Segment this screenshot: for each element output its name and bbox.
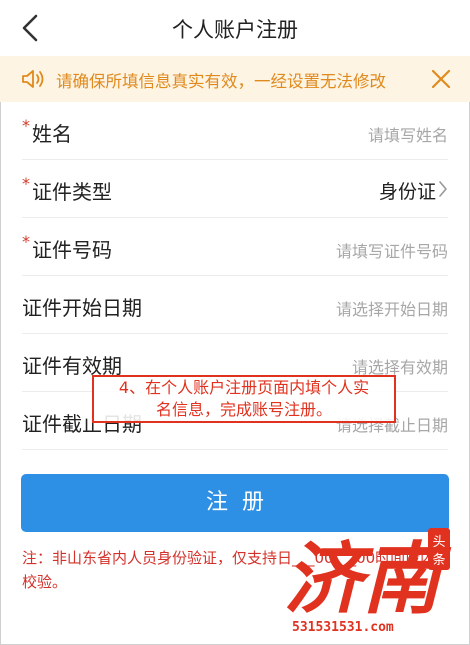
id-type-label-text: 证件类型 — [32, 180, 112, 204]
page-title: 个人账户注册 — [172, 18, 298, 42]
jinan-toutiao-watermark-logo: 济南 头 条 — [284, 528, 452, 624]
name-label-text: 姓名 — [32, 122, 72, 146]
id-number-input[interactable]: 请填写证件号码 — [336, 238, 448, 262]
divider — [22, 449, 448, 450]
instruction-annotation: 4、在个人账户注册页面内填个人实 名信息，完成账号注册。 — [92, 375, 396, 423]
speaker-icon — [22, 70, 44, 88]
name-row[interactable]: * 姓名 请填写姓名 — [0, 102, 470, 160]
notice-text: 请确保所填信息真实有效，一经设置无法修改 — [56, 72, 386, 91]
annotation-line-2: 名信息，完成账号注册。 — [155, 400, 332, 419]
svg-text:济南: 济南 — [284, 534, 452, 624]
name-label: * 姓名 — [22, 116, 72, 147]
close-icon[interactable] — [430, 68, 452, 90]
id-number-label-text: 证件号码 — [32, 238, 112, 262]
required-mark: * — [22, 174, 30, 193]
id-type-label: * 证件类型 — [22, 174, 112, 205]
start-date-row[interactable]: 证件开始日期 请选择开始日期 — [0, 276, 470, 334]
watermark-domain: 531531531.com — [292, 620, 394, 635]
start-date-picker[interactable]: 请选择开始日期 — [336, 296, 448, 320]
id-number-row[interactable]: * 证件号码 请填写证件号码 — [0, 218, 470, 276]
id-type-row[interactable]: * 证件类型 身份证 — [0, 160, 470, 218]
annotation-line-1: 4、在个人账户注册页面内填个人实 — [118, 378, 370, 397]
id-number-label: * 证件号码 — [22, 232, 112, 263]
notice-bar: 请确保所填信息真实有效，一经设置无法修改 — [0, 56, 470, 102]
svg-text:头: 头 — [432, 535, 445, 550]
required-mark: * — [22, 116, 30, 135]
chevron-right-icon — [439, 181, 447, 197]
top-nav-bar: 个人账户注册 — [0, 0, 470, 56]
name-input[interactable]: 请填写姓名 — [368, 122, 448, 146]
start-date-label: 证件开始日期 — [22, 296, 142, 320]
svg-text:条: 条 — [432, 552, 445, 568]
id-type-select[interactable]: 身份证 — [379, 177, 436, 204]
required-mark: * — [22, 232, 30, 251]
